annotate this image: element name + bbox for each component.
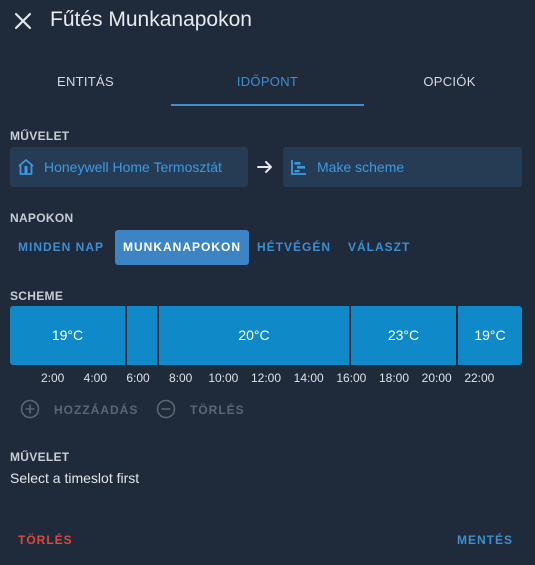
- scheme-segment[interactable]: [127, 306, 157, 365]
- add-timeslot-label: HOZZÁADÁS: [54, 403, 139, 417]
- close-icon[interactable]: [12, 10, 34, 32]
- day-option-every-day[interactable]: MINDEN NAP: [10, 230, 112, 265]
- service-chip-label: Make scheme: [317, 159, 405, 175]
- arrow-right-icon: [256, 158, 274, 176]
- dialog-title: Fűtés Munkanapokon: [50, 8, 252, 31]
- scheme-timeline: 19°C 20°C 23°C 19°C: [10, 306, 522, 365]
- scheme-time-axis: 2:00 4:00 6:00 8:00 10:00 12:00 14:00 16:00 18:0…: [0, 371, 535, 387]
- scheme-tick-label: 4:00: [83, 371, 107, 385]
- scheme-tick-label: 2:00: [40, 371, 65, 385]
- day-option-workdays[interactable]: MUNKANAPOKON: [115, 230, 249, 265]
- add-circle-icon: [20, 399, 40, 419]
- scheme-tick-label: 18:00: [378, 371, 410, 385]
- scheme-tick-label: 22:00: [464, 371, 495, 385]
- remove-circle-icon: [156, 399, 176, 419]
- scheme-tick-label: 12:00: [250, 371, 282, 385]
- scheme-tick-label: 8:00: [168, 371, 193, 385]
- slot-action-label: MŰVELET: [10, 450, 70, 464]
- entity-chip-label: Honeywell Home Termosztát: [44, 159, 222, 175]
- scheme-section-label: SCHEME: [10, 289, 64, 303]
- remove-timeslot-label: TÖRLÉS: [190, 403, 245, 417]
- tab-time[interactable]: IDŐPONT: [171, 62, 364, 106]
- action-section-label: MŰVELET: [10, 129, 70, 143]
- dialog-header: Fűtés Munkanapokon: [0, 0, 535, 44]
- scheme-tick-label: 14:00: [293, 371, 324, 385]
- home-thermostat-icon: [17, 158, 35, 176]
- scheme-tick-label: 10:00: [208, 371, 239, 385]
- tab-bar: ENTITÁS IDŐPONT OPCIÓK: [0, 62, 535, 108]
- day-option-custom[interactable]: VÁLASZT: [340, 230, 418, 265]
- scheme-tick-label: 20:00: [421, 371, 452, 385]
- save-button[interactable]: MENTÉS: [457, 533, 513, 547]
- tab-entity[interactable]: ENTITÁS: [0, 62, 171, 106]
- scheme-tick-label: 16:00: [336, 371, 367, 385]
- tab-options[interactable]: OPCIÓK: [364, 62, 535, 106]
- delete-button[interactable]: TÖRLÉS: [18, 533, 73, 547]
- day-option-weekend[interactable]: HÉTVÉGÉN: [249, 230, 339, 265]
- slot-action-hint: Select a timeslot first: [10, 470, 140, 486]
- scheme-segment[interactable]: 20°C: [159, 306, 349, 365]
- scheme-timeline-icon: [290, 158, 308, 176]
- days-section-label: NAPOKON: [10, 211, 74, 225]
- scheme-tick-label: 6:00: [126, 371, 150, 385]
- service-chip[interactable]: Make scheme: [283, 147, 522, 187]
- scheme-segment[interactable]: 23°C: [351, 306, 456, 365]
- scheme-segment[interactable]: 19°C: [458, 306, 522, 365]
- scheme-segment[interactable]: 19°C: [10, 306, 125, 365]
- entity-chip[interactable]: Honeywell Home Termosztát: [10, 147, 248, 187]
